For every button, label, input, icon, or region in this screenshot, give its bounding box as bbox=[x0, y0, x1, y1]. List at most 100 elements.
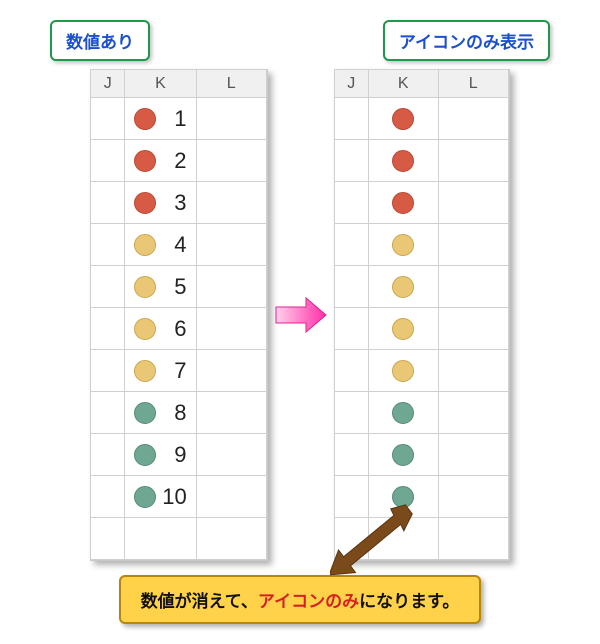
cell-l bbox=[196, 308, 266, 350]
table-row bbox=[334, 140, 508, 182]
status-circle-icon bbox=[392, 444, 414, 466]
status-circle-icon bbox=[392, 150, 414, 172]
cell-j bbox=[334, 308, 368, 350]
cell-k bbox=[368, 434, 438, 476]
cell-l bbox=[196, 476, 266, 518]
cell-j bbox=[91, 224, 125, 266]
status-circle-icon bbox=[134, 192, 156, 214]
cell-l bbox=[196, 224, 266, 266]
table-row: 4 bbox=[91, 224, 266, 266]
table-row bbox=[334, 434, 508, 476]
cell-k: 8 bbox=[125, 392, 196, 434]
status-circle-icon bbox=[134, 234, 156, 256]
status-circle-icon bbox=[134, 402, 156, 424]
left-table: J K L 12345678910 bbox=[90, 69, 267, 561]
cell-k: 4 bbox=[125, 224, 196, 266]
cell-value: 4 bbox=[162, 232, 186, 258]
cell-k bbox=[368, 98, 438, 140]
table-row bbox=[91, 518, 266, 560]
table-row: 3 bbox=[91, 182, 266, 224]
cell-k bbox=[125, 518, 196, 560]
cell-l bbox=[438, 182, 508, 224]
cell-l bbox=[196, 266, 266, 308]
status-circle-icon bbox=[134, 108, 156, 130]
table-row: 5 bbox=[91, 266, 266, 308]
cell-l bbox=[196, 392, 266, 434]
table-row: 2 bbox=[91, 140, 266, 182]
cell-j bbox=[334, 98, 368, 140]
cell-j bbox=[91, 518, 125, 560]
cell-j bbox=[91, 392, 125, 434]
cell-l bbox=[196, 140, 266, 182]
status-circle-icon bbox=[392, 234, 414, 256]
table-row: 6 bbox=[91, 308, 266, 350]
cell-k bbox=[368, 266, 438, 308]
cell-value: 8 bbox=[162, 400, 186, 426]
caption-pre: 数値が消えて、 bbox=[141, 592, 258, 611]
cell-k bbox=[368, 392, 438, 434]
cell-value: 2 bbox=[162, 148, 186, 174]
table-row bbox=[334, 308, 508, 350]
cell-l bbox=[438, 476, 508, 518]
cell-l bbox=[196, 98, 266, 140]
status-circle-icon bbox=[392, 360, 414, 382]
cell-j bbox=[334, 182, 368, 224]
cell-k bbox=[368, 182, 438, 224]
cell-l bbox=[438, 434, 508, 476]
cell-j bbox=[334, 392, 368, 434]
status-circle-icon bbox=[134, 276, 156, 298]
cell-j bbox=[334, 350, 368, 392]
table-row: 1 bbox=[91, 98, 266, 140]
caption-post: になります。 bbox=[359, 592, 459, 611]
cell-j bbox=[334, 266, 368, 308]
cell-k: 6 bbox=[125, 308, 196, 350]
cell-j bbox=[334, 140, 368, 182]
cell-l bbox=[438, 224, 508, 266]
cell-l bbox=[196, 350, 266, 392]
status-circle-icon bbox=[392, 108, 414, 130]
col-header: K bbox=[125, 70, 196, 98]
cell-value: 5 bbox=[162, 274, 186, 300]
table-row: 8 bbox=[91, 392, 266, 434]
status-circle-icon bbox=[392, 276, 414, 298]
table-row bbox=[334, 350, 508, 392]
cell-j bbox=[91, 98, 125, 140]
cell-j bbox=[91, 266, 125, 308]
col-header: J bbox=[334, 70, 368, 98]
cell-k: 3 bbox=[125, 182, 196, 224]
cell-l bbox=[438, 392, 508, 434]
cell-j bbox=[91, 476, 125, 518]
cell-j bbox=[91, 182, 125, 224]
cell-k: 2 bbox=[125, 140, 196, 182]
cell-l bbox=[196, 518, 266, 560]
caption: 数値が消えて、アイコンのみになります。 bbox=[119, 575, 482, 624]
cell-l bbox=[196, 434, 266, 476]
table-row bbox=[334, 266, 508, 308]
cell-value: 9 bbox=[162, 442, 186, 468]
cell-value: 6 bbox=[162, 316, 186, 342]
cell-j bbox=[91, 308, 125, 350]
cell-k: 1 bbox=[125, 98, 196, 140]
cell-j bbox=[91, 350, 125, 392]
cell-k bbox=[368, 224, 438, 266]
status-circle-icon bbox=[134, 360, 156, 382]
status-circle-icon bbox=[134, 486, 156, 508]
cell-k bbox=[368, 140, 438, 182]
status-circle-icon bbox=[392, 402, 414, 424]
cell-k: 7 bbox=[125, 350, 196, 392]
col-header: L bbox=[438, 70, 508, 98]
left-label: 数値あり bbox=[50, 20, 150, 61]
col-header: J bbox=[91, 70, 125, 98]
table-row bbox=[334, 392, 508, 434]
cell-value: 7 bbox=[162, 358, 186, 384]
cell-j bbox=[91, 434, 125, 476]
cell-l bbox=[438, 308, 508, 350]
right-table: J K L bbox=[334, 69, 510, 561]
col-header: K bbox=[368, 70, 438, 98]
cell-value: 1 bbox=[162, 106, 186, 132]
status-circle-icon bbox=[392, 192, 414, 214]
cell-l bbox=[438, 140, 508, 182]
cell-j bbox=[334, 434, 368, 476]
cell-k: 10 bbox=[125, 476, 196, 518]
table-row bbox=[334, 224, 508, 266]
